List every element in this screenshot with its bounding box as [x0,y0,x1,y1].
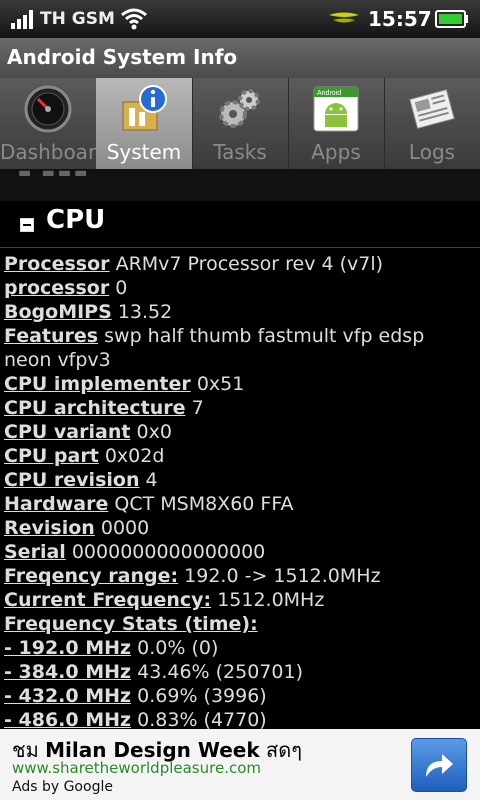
clock: 15:57 [368,7,432,31]
info-row: Current Frequency: 1512.0MHz [4,589,325,611]
system-info-icon [122,85,167,131]
app-title-bar: Android System Info [0,38,480,79]
info-row: Hardware QCT MSM8X60 FFA [4,493,294,515]
status-bar: TH GSM 15:57 [0,0,480,38]
app-title: Android System Info [7,45,238,69]
gears-icon [219,89,260,128]
ad-attribution: Ads by Google [12,779,113,795]
cpu-info-list: Processor ARMv7 Processor rev 4 (v7l) pr… [4,252,476,729]
cpu-section-header[interactable]: CPU [0,201,480,248]
svg-text:Android: Android [317,90,341,97]
freq-stat-row: - 486.0 MHz 0.83% (4770) [4,709,267,729]
ad-banner[interactable]: ชม Milan Design Week สดๆ www.sharethewor… [0,729,480,800]
freq-stat-row: - 192.0 MHz 0.0% (0) [4,637,219,659]
tab-label: Logs [408,140,456,164]
tab-label: Dashboard [0,140,96,164]
info-row: Revision 0000 [4,517,150,539]
android-apps-icon: Android [313,86,359,132]
battery-icon [435,10,468,28]
gauge-icon [24,85,72,133]
wifi-icon [121,8,147,30]
section-title: CPU [46,205,106,235]
signal-bars-icon [11,10,33,29]
tab-label: System [106,140,182,164]
freq-stat-row: - 384.0 MHz 43.46% (250701) [4,661,303,683]
info-row: Features swp half thumb fastmult vfp eds… [4,325,425,371]
collapse-icon[interactable] [20,218,34,232]
tab-logs[interactable]: Logs [384,78,480,169]
share-arrow-icon [426,754,453,777]
tab-tasks[interactable]: Tasks [192,78,288,169]
tab-system[interactable]: System [96,78,192,169]
tab-label: Tasks [213,140,267,164]
info-row: BogoMIPS 13.52 [4,301,173,323]
newspaper-icon [409,88,455,130]
operator-logo-icon [329,12,359,23]
ad-url[interactable]: www.sharetheworldpleasure.com [12,759,261,777]
previous-section-stub: ▬ ▬▬▬ [0,169,480,201]
info-row: Frequency Stats (time): [4,613,258,635]
info-row: Serial 0000000000000000 [4,541,266,563]
tab-apps[interactable]: Android Apps [288,78,384,169]
info-row: CPU variant 0x0 [4,421,172,443]
info-row: CPU part 0x02d [4,445,165,467]
info-row: CPU implementer 0x51 [4,373,245,395]
info-row: CPU revision 4 [4,469,158,491]
info-row: Freqency range: 192.0 -> 1512.0MHz [4,565,381,587]
system-content[interactable]: ▬ ▬▬▬ CPU Processor ARMv7 Processor rev … [0,169,480,729]
info-row: Processor ARMv7 Processor rev 4 (v7l) [4,253,384,275]
tab-dashboard[interactable]: Dashboard [0,78,96,169]
ad-open-button[interactable] [411,738,467,792]
freq-stat-row: - 432.0 MHz 0.69% (3996) [4,685,267,707]
info-row: CPU architecture 7 [4,397,204,419]
carrier-label: TH GSM [40,9,115,29]
info-row: processor 0 [4,277,128,299]
tab-label: Apps [311,140,361,164]
tab-bar: Dashboard System Tasks Android [0,78,480,169]
